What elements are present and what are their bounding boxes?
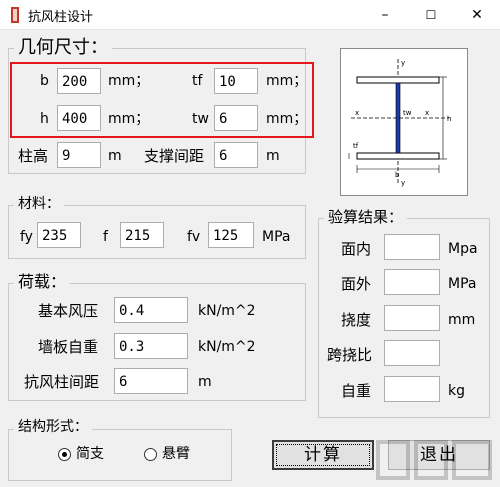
- fy-label: fy: [20, 229, 33, 245]
- radio-simply-supported-label[interactable]: 简支: [76, 445, 104, 463]
- wind-pressure-label: 基本风压: [38, 302, 99, 320]
- wall-weight-input[interactable]: 0.3: [114, 333, 188, 359]
- geometry-title: 几何尺寸：: [14, 37, 112, 59]
- fv-unit: MPa: [262, 229, 291, 245]
- deflection-output[interactable]: [384, 305, 440, 331]
- tf-input[interactable]: 10: [214, 68, 258, 94]
- deflection-unit: mm: [448, 312, 476, 328]
- y-bottom-label: y: [401, 179, 405, 187]
- tw-dim-label: tw: [403, 109, 412, 117]
- deflection-label: 挠度: [341, 311, 372, 329]
- f-label: f: [103, 229, 108, 245]
- i-beam-icon: y y x x tw h tf b: [348, 59, 451, 187]
- column-height-unit: m: [108, 148, 122, 164]
- brace-spacing-label: 支撑间距: [144, 147, 205, 165]
- out-plane-output[interactable]: [384, 269, 440, 295]
- deflection-ratio-label: 跨挠比: [327, 346, 373, 364]
- close-button[interactable]: ✕: [454, 0, 500, 30]
- wall-weight-unit: kN/m^2: [198, 339, 256, 355]
- tw-label: tw: [192, 111, 209, 127]
- results-title: 验算结果：: [324, 208, 408, 226]
- tw-unit: mm；: [266, 111, 308, 127]
- h-label: h: [40, 111, 49, 127]
- brace-spacing-input[interactable]: 6: [214, 142, 258, 168]
- brace-spacing-unit: m: [266, 148, 280, 164]
- x-left-label: x: [355, 109, 359, 117]
- column-spacing-label: 抗风柱间距: [24, 373, 100, 391]
- f-input[interactable]: 215: [120, 222, 164, 248]
- fy-input[interactable]: 235: [37, 222, 81, 248]
- structure-title: 结构形式：: [14, 418, 92, 436]
- self-weight-output[interactable]: [384, 376, 440, 402]
- h-dim-label: h: [447, 115, 451, 123]
- maximize-button[interactable]: ☐: [408, 0, 454, 30]
- y-top-label: y: [401, 59, 405, 67]
- title-bar: 抗风柱设计 – ☐ ✕: [0, 0, 500, 30]
- b-input[interactable]: 200: [57, 68, 101, 94]
- watermark-logo: [376, 440, 492, 480]
- out-plane-unit: MPa: [448, 276, 477, 292]
- window-title: 抗风柱设计: [28, 10, 94, 25]
- deflection-ratio-output[interactable]: [384, 340, 440, 366]
- wind-pressure-input[interactable]: 0.4: [114, 297, 188, 323]
- material-title: 材料：: [14, 195, 64, 213]
- tf-dim-label: tf: [353, 142, 359, 150]
- b-dim-label: b: [395, 171, 400, 179]
- column-height-input[interactable]: 9: [57, 142, 101, 168]
- tf-unit: mm；: [266, 73, 308, 89]
- fv-label: fv: [187, 229, 201, 245]
- tf-label: tf: [192, 73, 203, 89]
- radio-selected-dot: [62, 452, 67, 457]
- calculate-button[interactable]: 计算: [272, 440, 374, 470]
- out-plane-label: 面外: [341, 275, 372, 293]
- self-weight-unit: kg: [448, 383, 465, 399]
- fv-input[interactable]: 125: [208, 222, 254, 248]
- h-unit: mm；: [108, 111, 150, 127]
- column-spacing-input[interactable]: 6: [114, 368, 188, 394]
- load-title: 荷载：: [14, 272, 71, 292]
- self-weight-label: 自重: [341, 382, 372, 400]
- in-plane-unit: Mpa: [448, 241, 478, 257]
- wind-pressure-unit: kN/m^2: [198, 303, 256, 319]
- radio-cantilever-circle[interactable]: [144, 448, 157, 461]
- radio-cantilever-label[interactable]: 悬臂: [162, 445, 190, 463]
- in-plane-output[interactable]: [384, 234, 440, 260]
- wall-weight-label: 墙板自重: [38, 338, 99, 356]
- radio-simply-supported-circle[interactable]: [58, 448, 71, 461]
- b-unit: mm；: [108, 73, 150, 89]
- app-icon: [11, 7, 19, 23]
- section-diagram: y y x x tw h tf b: [340, 48, 468, 196]
- column-spacing-unit: m: [198, 374, 212, 390]
- column-height-label: 柱高: [18, 147, 49, 165]
- tw-input[interactable]: 6: [214, 105, 258, 131]
- structure-group: [8, 429, 232, 481]
- x-right-label: x: [425, 109, 429, 117]
- minimize-button[interactable]: –: [362, 0, 408, 30]
- b-label: b: [40, 73, 49, 89]
- h-input[interactable]: 400: [57, 105, 101, 131]
- in-plane-label: 面内: [341, 240, 372, 258]
